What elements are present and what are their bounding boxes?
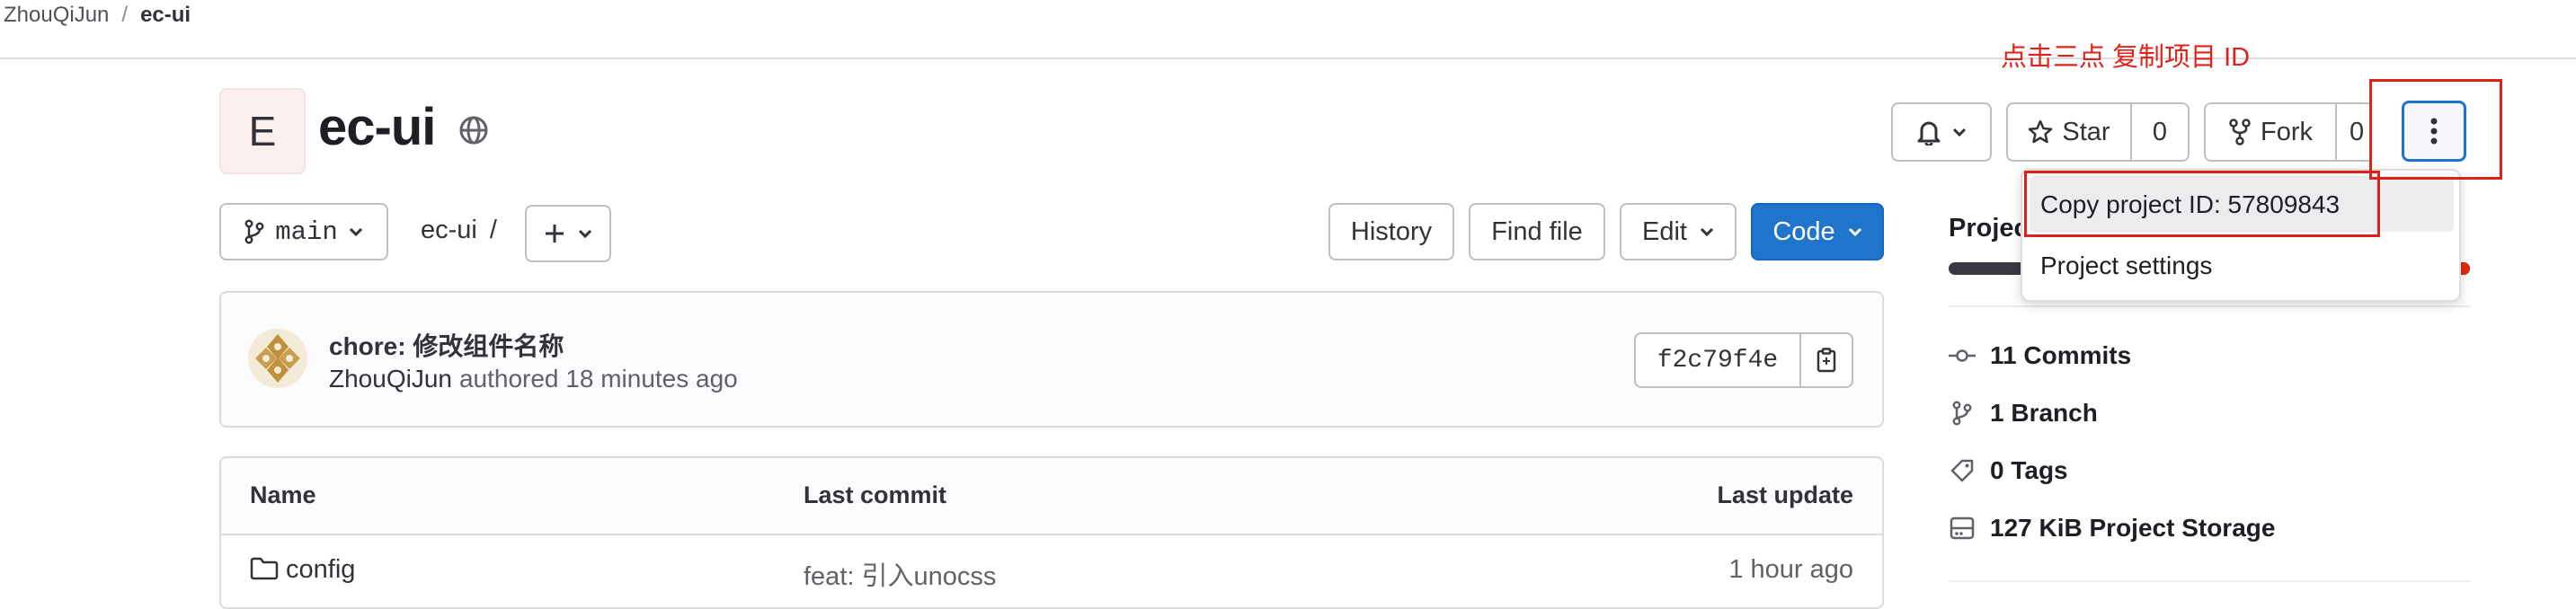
sidebar-divider-bottom	[1949, 580, 2470, 582]
branch-selector[interactable]: main	[219, 203, 388, 260]
commits-count: 11 Commits	[1990, 341, 2132, 369]
sidebar-heading: Project information	[1949, 214, 2021, 243]
plus-icon	[544, 223, 565, 244]
star-count-value: 0	[2152, 117, 2168, 146]
branches-count: 1 Branch	[1990, 399, 2098, 427]
history-button[interactable]: History	[1328, 203, 1454, 260]
file-name[interactable]: config	[286, 555, 355, 585]
branch-name: main	[275, 216, 338, 247]
tags-count: 0 Tags	[1990, 456, 2068, 484]
star-button[interactable]: Star	[2006, 102, 2132, 162]
find-file-label: Find file	[1491, 216, 1583, 246]
sidebar-item-storage[interactable]: 127 KiB Project Storage	[1949, 514, 2275, 543]
project-avatar: E	[219, 88, 306, 174]
chevron-down-icon	[578, 229, 592, 238]
branch-icon	[244, 219, 264, 244]
chevron-down-icon	[349, 227, 363, 236]
chevron-down-icon	[1848, 227, 1862, 236]
commit-title[interactable]: chore: 修改组件名称	[329, 327, 564, 363]
project-title: ec-ui	[318, 98, 436, 156]
project-avatar-letter: E	[248, 108, 277, 154]
path-breadcrumb: ec-ui /	[421, 216, 497, 245]
path-root[interactable]: ec-ui	[421, 216, 477, 245]
column-header-last-commit: Last commit	[804, 481, 947, 508]
commit-sha-button[interactable]: f2c79f4e	[1634, 332, 1801, 388]
annotation-text: 点击三点 复制项目 ID	[2001, 43, 2251, 72]
history-label: History	[1350, 216, 1433, 246]
branch-icon	[1949, 401, 1976, 426]
commit-author[interactable]: ZhouQiJun	[329, 365, 452, 393]
storage-icon	[1949, 516, 1976, 540]
column-header-last-update: Last update	[1717, 481, 1853, 508]
star-count[interactable]: 0	[2130, 102, 2190, 162]
sidebar-heading-text: Project information	[1949, 214, 2021, 243]
notification-button[interactable]	[1891, 102, 1992, 162]
commit-icon	[1949, 347, 1976, 365]
sidebar-item-tags[interactable]: 0 Tags	[1949, 456, 2068, 485]
code-dropdown[interactable]: Code	[1751, 203, 1884, 260]
author-avatar[interactable]	[248, 329, 307, 388]
folder-icon	[250, 557, 279, 580]
sidebar-item-commits[interactable]: 11 Commits	[1949, 341, 2131, 370]
find-file-button[interactable]: Find file	[1469, 203, 1605, 260]
bell-icon	[1916, 119, 1941, 146]
star-icon	[2028, 119, 2053, 145]
highlight-box-kebab	[2369, 79, 2502, 180]
project-settings-label: Project settings	[2040, 252, 2213, 279]
breadcrumb-project[interactable]: ec-ui	[140, 3, 191, 28]
chevron-down-icon	[1700, 227, 1714, 236]
highlight-box-copy-id	[2024, 171, 2380, 237]
sidebar-item-branches[interactable]: 1 Branch	[1949, 399, 2098, 428]
code-label: Code	[1772, 216, 1835, 246]
file-last-update: 1 hour ago	[1728, 555, 1853, 584]
fork-button[interactable]: Fork	[2204, 102, 2337, 162]
fork-count[interactable]: 0	[2335, 102, 2371, 162]
breadcrumb: ZhouQiJun / ec-ui	[4, 3, 191, 28]
column-header-name: Name	[250, 481, 316, 508]
fork-label: Fork	[2261, 117, 2313, 146]
chevron-down-icon	[1952, 128, 1967, 137]
add-file-dropdown[interactable]	[525, 205, 611, 262]
globe-icon	[458, 115, 489, 146]
path-separator: /	[489, 216, 497, 244]
clipboard-icon	[1816, 348, 1837, 373]
fork-count-value: 0	[2349, 117, 2365, 146]
sidebar-divider	[1949, 305, 2470, 307]
fork-icon	[2228, 119, 2252, 146]
tag-icon	[1949, 458, 1976, 483]
star-label: Star	[2062, 117, 2110, 146]
edit-dropdown[interactable]: Edit	[1620, 203, 1737, 260]
commit-authored-time: authored 18 minutes ago	[458, 365, 738, 393]
copy-sha-button[interactable]	[1799, 332, 1853, 388]
storage-size: 127 KiB Project Storage	[1990, 514, 2276, 542]
breadcrumb-namespace[interactable]: ZhouQiJun	[4, 3, 109, 28]
commit-sha: f2c79f4e	[1657, 346, 1779, 375]
edit-label: Edit	[1642, 216, 1687, 246]
commit-meta: ZhouQiJun authored 18 minutes ago	[329, 365, 738, 393]
breadcrumb-separator: /	[121, 3, 129, 27]
file-last-commit[interactable]: feat: 引入unocss	[804, 555, 996, 593]
